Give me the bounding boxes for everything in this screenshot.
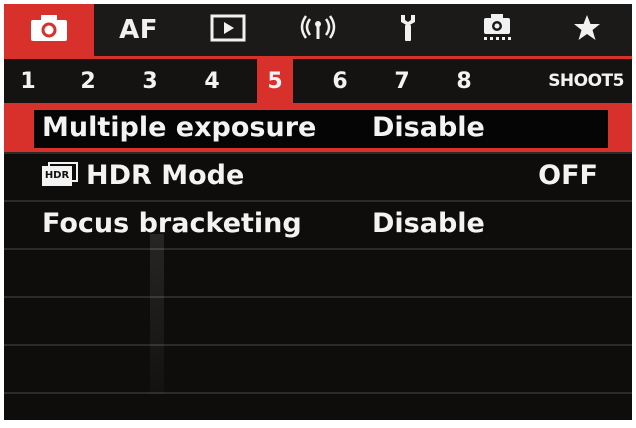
- page-6[interactable]: 6: [322, 59, 358, 103]
- tab-af-label: AF: [119, 15, 159, 45]
- page-1[interactable]: 1: [10, 59, 46, 103]
- page-name: SHOOT5: [548, 71, 624, 91]
- camera-menu-screen: AF 1 2 3 4 5 6 7 8 SHOOT5 Multiple expos…: [4, 4, 632, 420]
- menu-item-focus-bracketing[interactable]: Focus bracketing Disable: [4, 202, 632, 250]
- page-2[interactable]: 2: [70, 59, 106, 103]
- empty-menu-row: [4, 346, 632, 394]
- playback-icon: [210, 14, 246, 46]
- menu-item-value: OFF: [538, 160, 598, 191]
- empty-menu-row: [4, 250, 632, 298]
- tab-af[interactable]: AF: [94, 4, 184, 56]
- page-selector: 1 2 3 4 5 6 7 8 SHOOT5: [4, 59, 632, 103]
- page-4[interactable]: 4: [194, 59, 230, 103]
- menu-tab-bar: AF: [4, 4, 632, 56]
- tab-setup[interactable]: [363, 4, 453, 56]
- wrench-icon: [393, 13, 423, 47]
- hdr-icon-text: HDR: [42, 165, 72, 186]
- empty-menu-row: [4, 298, 632, 346]
- menu-item-label: Focus bracketing: [42, 208, 302, 239]
- page-5[interactable]: 5: [257, 59, 293, 103]
- tab-shooting[interactable]: [4, 4, 94, 56]
- star-icon: [572, 13, 602, 47]
- wireless-icon: [300, 14, 336, 46]
- menu-item-value: Disable: [372, 112, 485, 143]
- menu-item-multiple-exposure[interactable]: Multiple exposure Disable: [4, 106, 632, 154]
- hdr-icon: HDR: [42, 161, 80, 186]
- tab-playback[interactable]: [183, 4, 273, 56]
- tab-custom-functions[interactable]: [453, 4, 543, 56]
- menu-item-label: Multiple exposure: [42, 112, 317, 143]
- page-7[interactable]: 7: [384, 59, 420, 103]
- menu-item-value: Disable: [372, 208, 485, 239]
- page-3[interactable]: 3: [132, 59, 168, 103]
- tab-my-menu[interactable]: [542, 4, 632, 56]
- tab-wireless[interactable]: [273, 4, 363, 56]
- camera-icon: [29, 13, 69, 47]
- menu-item-label-wrap: HDR HDR Mode: [42, 160, 244, 191]
- menu-list: Multiple exposure Disable HDR HDR Mode O…: [4, 106, 632, 394]
- custom-camera-icon: [480, 13, 514, 47]
- menu-item-label: HDR Mode: [86, 160, 245, 191]
- page-8[interactable]: 8: [446, 59, 482, 103]
- menu-item-hdr-mode[interactable]: HDR HDR Mode OFF: [4, 154, 632, 202]
- screen-glare: [150, 234, 164, 394]
